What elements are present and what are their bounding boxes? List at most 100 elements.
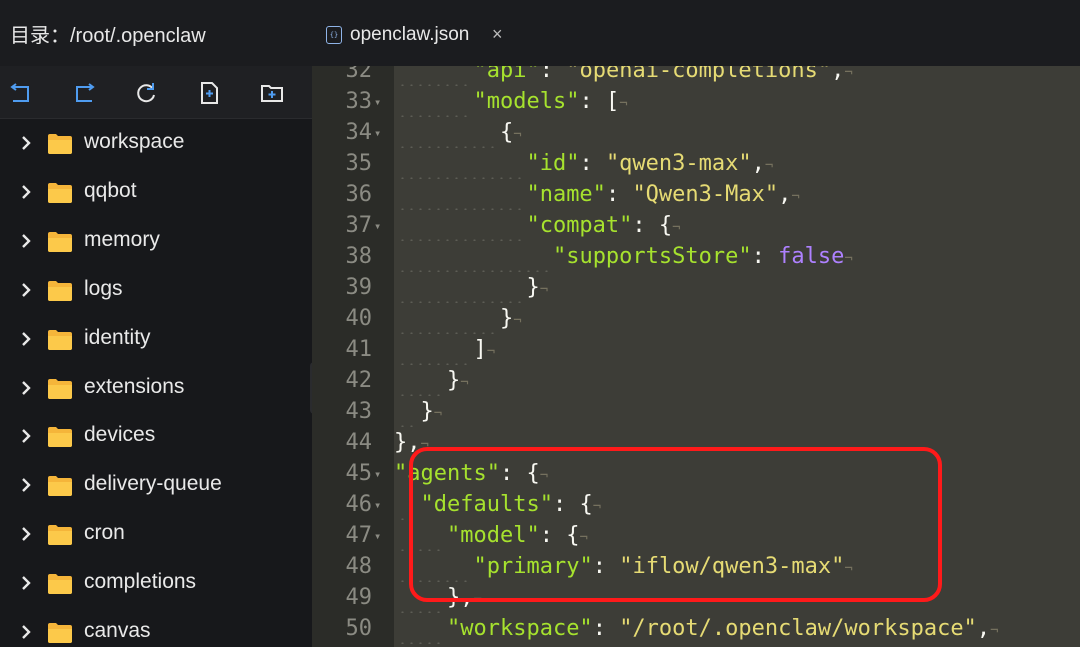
code-token: "Qwen3-Max" [632,182,779,207]
fold-toggle-icon[interactable]: ▾ [374,87,381,118]
code-token: : [539,66,567,83]
tree-item[interactable]: completions [0,561,312,605]
code-token: "api" [473,66,540,83]
new-file-icon[interactable] [196,80,222,106]
tree-item[interactable]: workspace [0,121,312,165]
chevron-right-icon[interactable] [18,182,34,202]
code-editor[interactable]: 32 "api": "openai-completions",¬ 33 ▾ "mod… [312,66,1080,647]
fold-toggle-icon[interactable]: ▾ [374,118,381,149]
code-line: 47 ▾ "model": {¬ [312,520,1080,551]
code-text: }¬ [394,396,442,430]
code-text: "models": [¬ [394,86,627,120]
chevron-right-icon[interactable] [18,133,34,153]
code-text: }¬ [394,303,522,337]
code-token: : [592,616,620,641]
chevron-right-icon[interactable] [18,524,34,544]
fold-toggle-icon[interactable]: ▾ [374,521,381,552]
code-line: 46 ▾ "defaults": {¬ [312,489,1080,520]
code-token: }, [394,430,421,455]
fold-toggle-icon[interactable]: ▾ [374,490,381,521]
chevron-right-icon[interactable] [18,378,34,398]
chevron-right-icon[interactable] [18,426,34,446]
chevron-right-icon[interactable] [18,573,34,593]
tree-item[interactable]: delivery-queue [0,463,312,507]
code-text: "model": {¬ [394,520,588,554]
tree-item[interactable]: canvas [0,610,312,647]
tree-item-label: cron [84,521,125,545]
tree-item[interactable]: devices [0,414,312,458]
eol-marker: ¬ [513,313,522,329]
chevron-right-icon[interactable] [18,329,34,349]
tab-openclaw-json[interactable]: {} openclaw.json × [312,0,517,66]
code-line: 34 ▾ {¬ [312,117,1080,148]
folder-icon [48,182,72,203]
tree-item[interactable]: cron [0,512,312,556]
tree-item[interactable]: identity [0,317,312,361]
line-number: 38 [345,244,373,269]
code-line: 38 "supportsStore": false¬ [312,241,1080,272]
code-token: , [751,151,765,176]
code-line: 49 },¬ [312,582,1080,613]
eol-marker: ¬ [473,592,482,608]
eol-marker: ¬ [844,561,853,577]
chevron-right-icon[interactable] [18,280,34,300]
eol-marker: ¬ [460,375,469,391]
code-text: }¬ [394,272,548,306]
eol-marker: ¬ [486,344,496,360]
line-number: 43 [345,399,373,424]
code-token: : [ [579,89,620,114]
tree-item[interactable]: qqbot [0,170,312,214]
json-file-icon: {} [326,26,342,44]
explorer-toolbar [0,66,312,119]
tree-item[interactable]: extensions [0,366,312,410]
eol-marker: ¬ [990,623,999,639]
line-number: 46 [345,492,373,517]
chevron-right-icon[interactable] [18,475,34,495]
code-token: "compat" [526,213,633,238]
code-token: "models" [473,89,580,114]
code-token: }, [394,585,474,610]
code-token: false [778,244,845,269]
code-token: "primary" [473,554,593,579]
code-line: 36 "name": "Qwen3-Max",¬ [312,179,1080,210]
line-number: 49 [345,585,373,610]
eol-marker: ¬ [764,158,774,174]
code-token: "openai-completions" [566,66,832,83]
code-token: , [778,182,792,207]
forward-icon[interactable] [71,80,97,106]
close-icon[interactable]: × [492,24,503,45]
eol-marker: ¬ [513,127,522,143]
eol-marker: ¬ [579,530,588,546]
chevron-right-icon[interactable] [18,622,34,642]
eol-marker: ¬ [539,468,549,484]
line-number: 40 [345,306,373,331]
new-folder-icon[interactable] [259,80,285,106]
eol-marker: ¬ [420,437,429,453]
chevron-right-icon[interactable] [18,231,34,251]
refresh-icon[interactable] [134,80,160,106]
fold-toggle-icon[interactable]: ▾ [374,459,381,490]
code-text: "name": "Qwen3-Max",¬ [394,179,799,213]
line-number: 47 [345,523,373,548]
code-text: "defaults": {¬ [394,489,602,523]
code-line: 48 "primary": "iflow/qwen3-max"¬ [312,551,1080,582]
code-line: 42 }¬ [312,365,1080,396]
tree-item[interactable]: logs [0,268,312,312]
back-icon[interactable] [8,80,34,106]
code-token: { [394,120,514,145]
code-token: "model" [446,523,540,548]
code-token: "/root/.openclaw/workspace" [619,616,977,641]
tree-item[interactable]: memory [0,219,312,263]
code-line: 50 "workspace": "/root/.openclaw/workspa… [312,613,1080,644]
code-line: 40 }¬ [312,303,1080,334]
folder-icon [48,280,72,301]
eol-marker: ¬ [433,406,443,422]
code-token: : { [539,523,580,548]
tree-item-label: memory [84,227,160,251]
tree-item-label: completions [84,570,197,594]
fold-toggle-icon[interactable]: ▾ [374,211,381,242]
